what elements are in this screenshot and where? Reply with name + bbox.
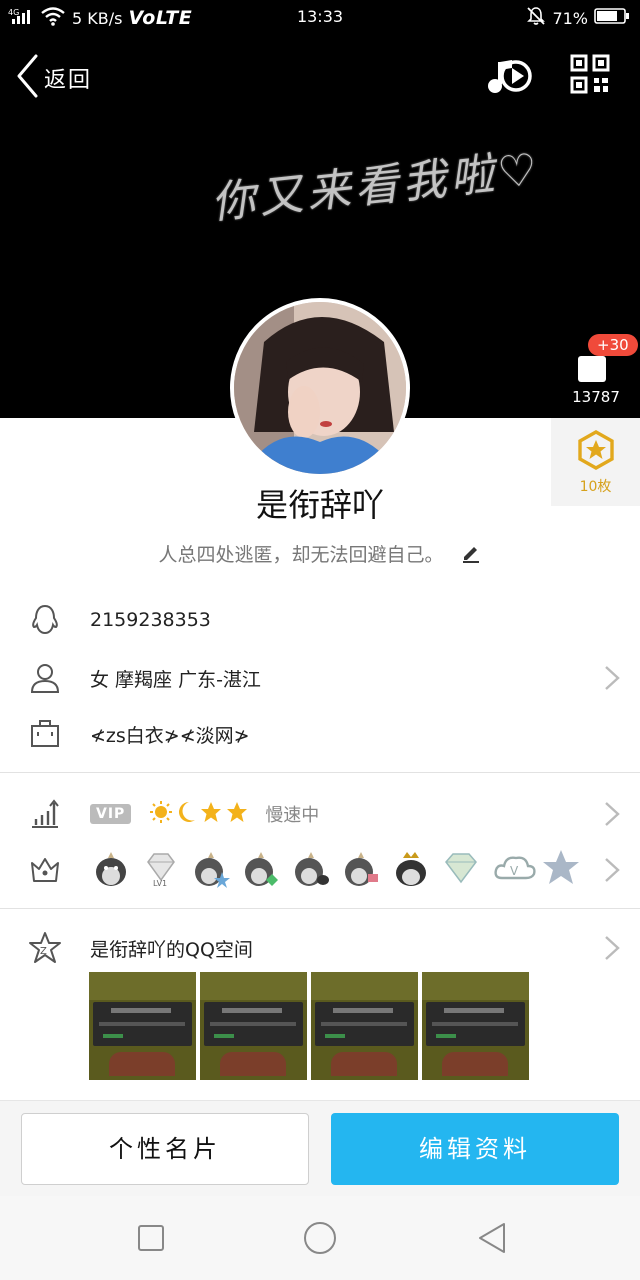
chevron-right-icon [604,935,620,961]
moon-icon [175,800,197,829]
svg-text:LV1: LV1 [153,879,167,888]
level-chart-icon [28,797,62,831]
music-button[interactable] [486,54,534,98]
chevron-right-icon [604,801,620,827]
blue-star-badge-icon[interactable] [542,848,580,888]
divider [0,772,640,773]
back-label: 返回 [44,68,93,93]
signature-text: 你又来看我啦♡ [208,143,544,230]
avatar[interactable] [230,298,410,478]
green-diamond-badge-icon[interactable] [442,848,480,888]
penguin-pink-badge-icon[interactable] [342,848,380,888]
vip-level-row[interactable]: VIP 慢速中 [0,786,640,842]
penguin-crown-badge-icon[interactable] [392,848,430,888]
recent-apps-button[interactable] [133,1220,169,1256]
back-nav-button[interactable] [474,1220,510,1256]
qzone-photo-thumbnail[interactable] [200,972,307,1080]
divider [0,908,640,909]
crown-icon [28,853,62,887]
qzone-photo-thumbnail[interactable] [89,972,196,1080]
nickname: 是衔辞吖 [255,486,384,524]
qq-number-row: 2159238353 [0,592,640,648]
banner-signature: 你又来看我啦♡ [209,144,590,280]
triangle-back-icon [474,1223,510,1260]
briefcase-icon [28,717,62,751]
like-increment-badge: +30 [588,334,638,356]
svg-text:Z: Z [40,946,47,957]
diamond-badge-icon[interactable]: LV1 [142,848,180,888]
edit-profile-button[interactable]: 编辑资料 [331,1113,619,1185]
group-name: ≮zs白衣≯≮淡网≯ [90,724,250,747]
chevron-right-icon [604,665,620,691]
person-icon [28,661,62,695]
like-button[interactable]: +30 13787 [568,334,638,410]
circle-icon [302,1222,338,1260]
qzone-photo-thumbnail[interactable] [422,972,529,1080]
qzone-photo-thumbnail[interactable] [311,972,418,1080]
like-count: 13787 [572,388,620,406]
music-play-icon [486,60,534,102]
mute-icon [526,6,546,30]
star-icon [199,800,223,829]
penguin-badge-icon[interactable] [92,848,130,888]
qzone-star-icon: Z [28,931,62,965]
qzone-thumbnails [89,972,529,1080]
vip-level-content: VIP 慢速中 [90,800,319,829]
back-button[interactable]: 返回 [16,54,92,102]
svg-text:V: V [510,864,519,878]
chevron-right-icon [604,857,620,883]
bio-line: 人总四处逃匿，却无法回避自己。 [0,540,640,569]
bio-text: 人总四处逃匿，却无法回避自己。 [158,544,444,566]
qzone-row[interactable]: Z 是衔辞吖的QQ空间 [0,920,640,976]
square-icon [133,1225,169,1260]
cloud-v-badge-icon[interactable]: V [492,848,536,888]
vip-badge: VIP [90,804,132,824]
battery-percent: 71% [552,8,588,28]
group-row: ≮zs白衣≯≮淡网≯ [0,706,640,762]
home-button[interactable] [302,1220,338,1256]
top-bar: 返回 [0,44,640,108]
qq-number: 2159238353 [90,609,211,631]
personal-card-button[interactable]: 个性名片 [21,1113,309,1185]
battery-icon [594,7,630,29]
penguin-icon [28,603,62,637]
pencil-icon [460,547,482,569]
penguin-star-badge-icon[interactable] [192,848,230,888]
qr-code-icon [570,54,610,98]
level-icons [149,800,249,829]
personal-info-row[interactable]: 女 摩羯座 广东-湛江 [0,650,640,706]
qzone-title: 是衔辞吖的QQ空间 [90,938,253,961]
status-bar: 4G 5 KB/s VoLTE 13:33 71% [0,0,640,34]
personal-info: 女 摩羯座 广东-湛江 [90,668,261,691]
edit-bio-button[interactable] [460,542,482,569]
bottom-action-bar: 个性名片 编辑资料 [0,1100,640,1196]
speed-status: 慢速中 [265,805,320,826]
qr-code-button[interactable] [570,54,616,100]
star-icon [225,800,249,829]
penguin-green-badge-icon[interactable] [242,848,280,888]
penguin-dark-badge-icon[interactable] [292,848,330,888]
privilege-badges: LV1 V [92,848,580,888]
chevron-left-icon [16,54,38,102]
sun-icon [149,800,173,829]
system-nav-bar [0,1196,640,1280]
